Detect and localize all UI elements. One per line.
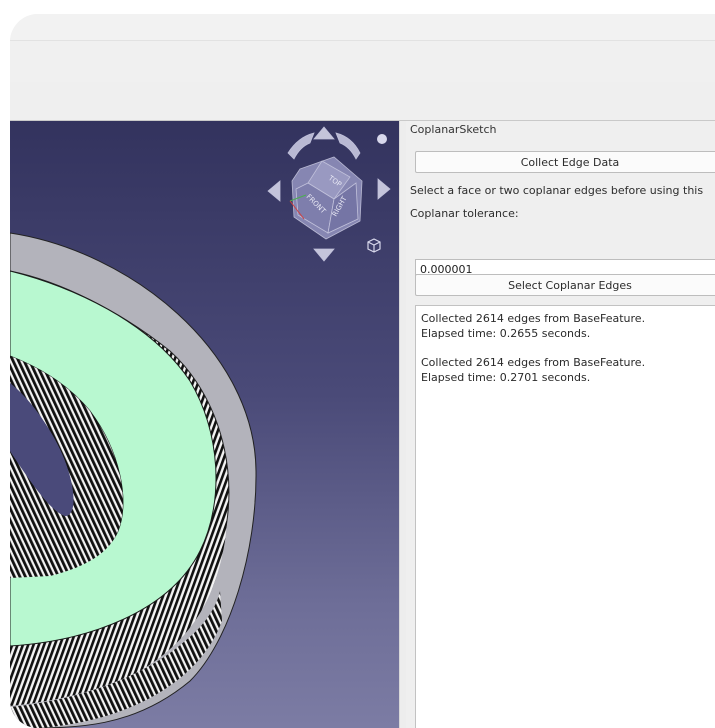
select-coplanar-edges-button[interactable]: Select Coplanar Edges	[415, 274, 715, 296]
tolerance-label: Coplanar tolerance:	[410, 207, 519, 220]
rotate-left-arrow-icon	[267, 180, 281, 202]
toolbar	[10, 40, 715, 83]
navigation-cube[interactable]: TOP FRONT RIGHT	[262, 121, 392, 271]
application-window: TOP FRONT RIGHT CoplanarSketch Collect E…	[10, 14, 715, 728]
output-log[interactable]: Collected 2614 edges from BaseFeature. E…	[415, 305, 715, 728]
orbit-cw-icon	[335, 132, 361, 160]
view-menu-icon	[377, 134, 387, 144]
menu-bar	[10, 14, 715, 40]
task-panel: CoplanarSketch Collect Edge Data Select …	[406, 121, 715, 728]
rotate-down-arrow-icon	[313, 248, 335, 262]
log-line: Elapsed time: 0.2701 seconds.	[421, 371, 591, 384]
toolbar-secondary	[10, 82, 715, 121]
panel-title: CoplanarSketch	[410, 123, 497, 136]
orbit-ccw-icon	[287, 132, 315, 160]
log-entry: Collected 2614 edges from BaseFeature. E…	[421, 311, 715, 341]
rotate-up-arrow-icon	[313, 126, 335, 140]
small-cube-icon	[367, 238, 381, 253]
3d-viewport[interactable]: TOP FRONT RIGHT	[10, 121, 399, 728]
log-entry: Collected 2614 edges from BaseFeature. E…	[421, 355, 715, 385]
log-line: Collected 2614 edges from BaseFeature.	[421, 356, 646, 369]
rotate-right-arrow-icon	[377, 178, 391, 200]
collect-edge-data-button[interactable]: Collect Edge Data	[415, 151, 715, 173]
log-line: Collected 2614 edges from BaseFeature.	[421, 312, 646, 325]
log-line: Elapsed time: 0.2655 seconds.	[421, 327, 591, 340]
instruction-label: Select a face or two coplanar edges befo…	[410, 184, 704, 197]
